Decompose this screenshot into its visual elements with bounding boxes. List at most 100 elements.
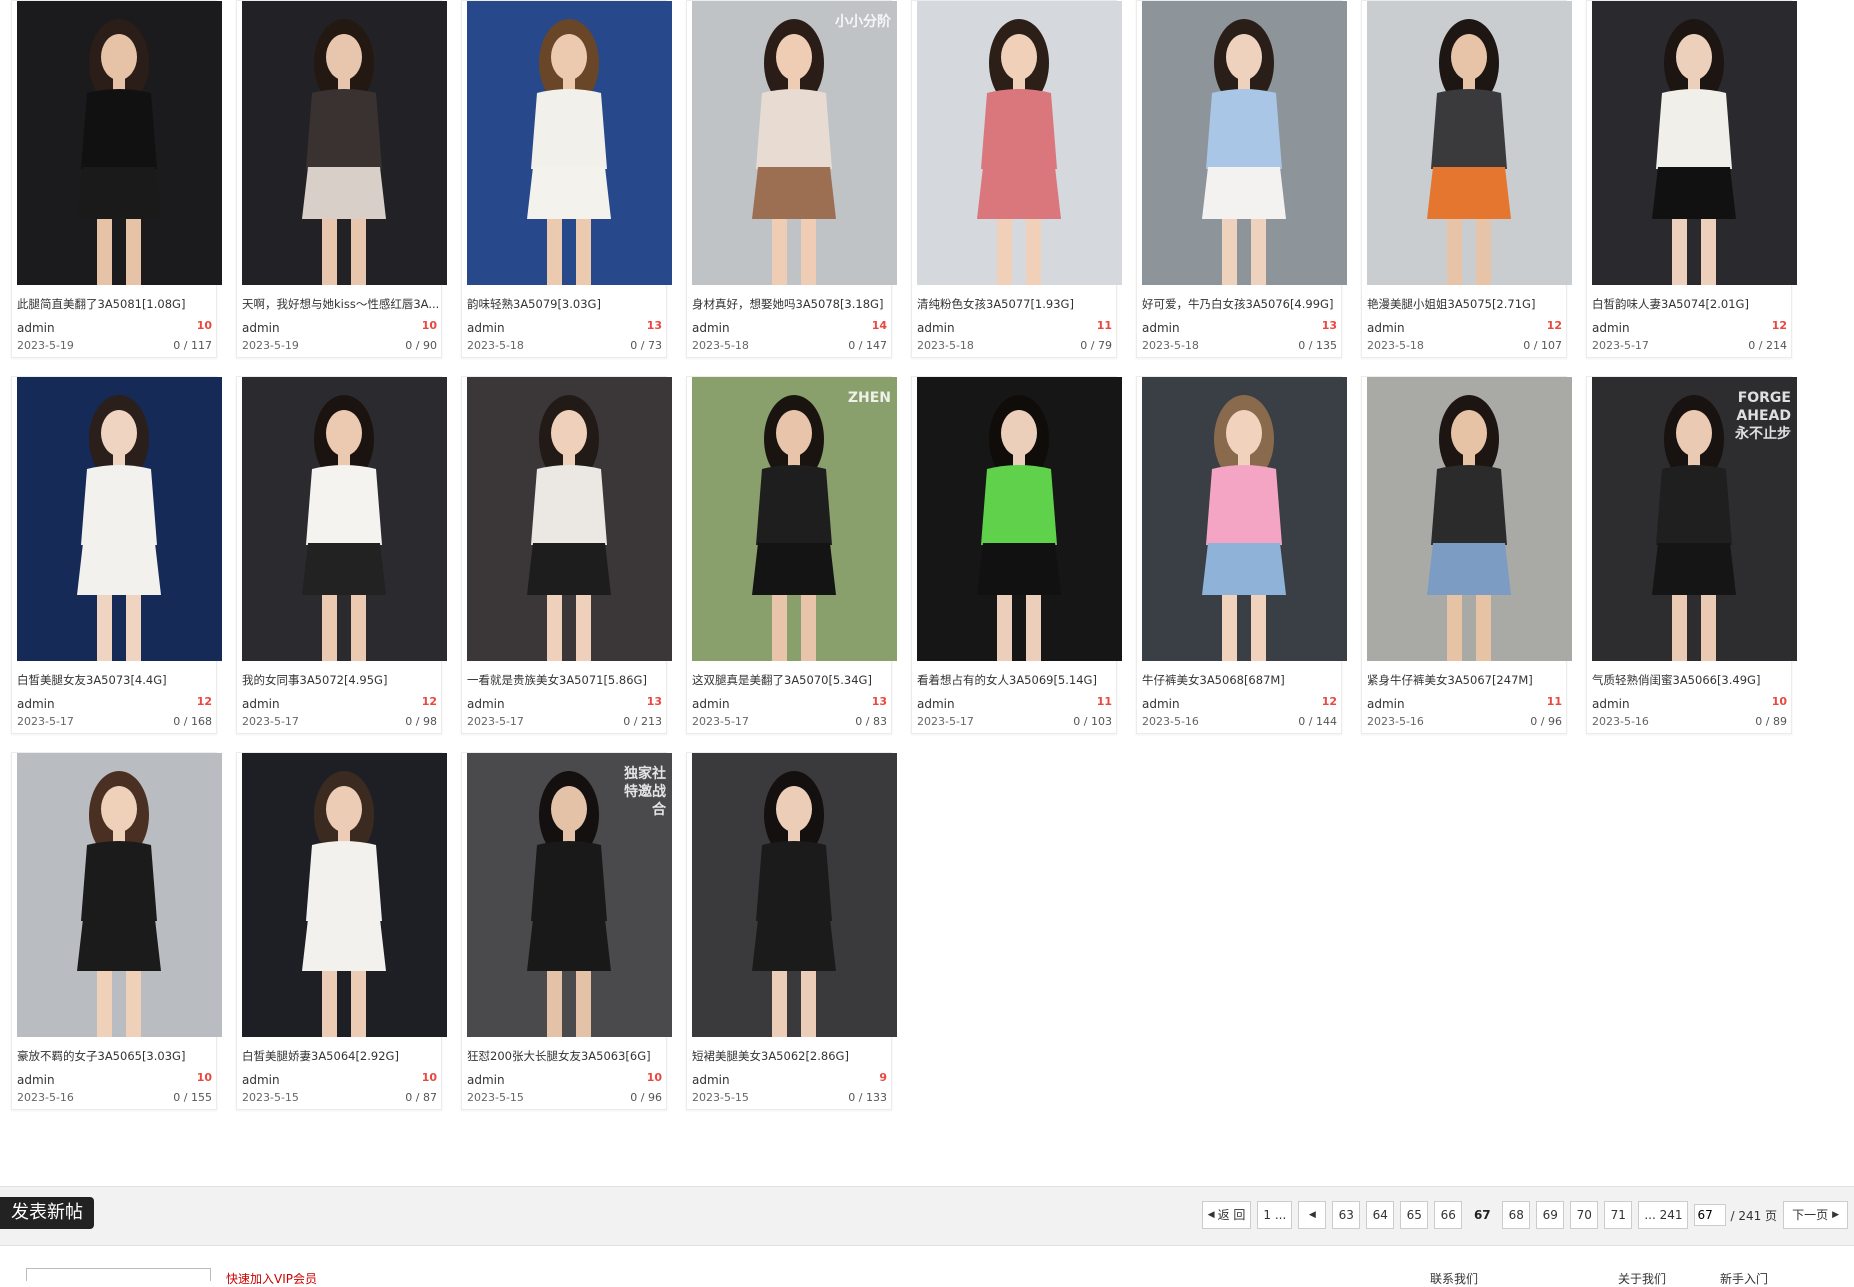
thread-thumbnail[interactable]	[242, 753, 447, 1037]
thread-thumbnail[interactable]	[242, 1, 447, 285]
thread-title[interactable]: 白皙美腿女友3A5073[4.4G]	[17, 673, 219, 687]
thread-author[interactable]: admin	[692, 697, 730, 711]
vip-link[interactable]: 快速加入VIP会员	[226, 1270, 317, 1287]
thread-thumbnail[interactable]: 独家社 特邀战 合	[467, 753, 672, 1037]
thread-title[interactable]: 我的女同事3A5072[4.95G]	[242, 673, 444, 687]
thread-author[interactable]: admin	[17, 1073, 55, 1087]
thread-thumbnail[interactable]	[1367, 377, 1572, 661]
thread-title[interactable]: 一看就是贵族美女3A5071[5.86G]	[467, 673, 669, 687]
thread-thumbnail[interactable]: 小小分阶	[692, 1, 897, 285]
thread-card[interactable]: 清纯粉色女孩3A5077[1.93G] admin 11 2023-5-18 0 / 7…	[911, 0, 1122, 358]
page-number[interactable]: 68	[1502, 1201, 1531, 1229]
thread-card[interactable]: 独家社 特邀战 合狂怼200张大长腿女友3A5063[6G] admin 10 202…	[461, 752, 672, 1110]
thread-title[interactable]: 此腿简直美翻了3A5081[1.08G]	[17, 297, 219, 311]
page-last[interactable]: ... 241	[1638, 1201, 1689, 1229]
thread-thumbnail[interactable]: ZHEN	[692, 377, 897, 661]
page-number[interactable]: 64	[1366, 1201, 1395, 1229]
thread-card[interactable]: 我的女同事3A5072[4.95G] admin 12 2023-5-17 0 / 98	[236, 376, 447, 734]
thread-title[interactable]: 身材真好，想娶她吗3A5078[3.18G]	[692, 297, 894, 311]
thread-title[interactable]: 牛仔裤美女3A5068[687M]	[1142, 673, 1344, 687]
thread-author[interactable]: admin	[692, 321, 730, 335]
thread-title[interactable]: 豪放不羁的女子3A5065[3.03G]	[17, 1049, 219, 1063]
thread-author[interactable]: admin	[1367, 321, 1405, 335]
thread-card[interactable]: 紧身牛仔裤美女3A5067[247M] admin 11 2023-5-16 0 / 9…	[1361, 376, 1572, 734]
thread-author[interactable]: admin	[467, 321, 505, 335]
thread-thumbnail[interactable]	[242, 377, 447, 661]
page-number[interactable]: 65	[1400, 1201, 1429, 1229]
thread-card[interactable]: 短裙美腿美女3A5062[2.86G] admin 9 2023-5-15 0 / 13…	[686, 752, 897, 1110]
thread-card[interactable]: 韵味轻熟3A5079[3.03G] admin 13 2023-5-18 0 / 73	[461, 0, 672, 358]
thread-title[interactable]: 短裙美腿美女3A5062[2.86G]	[692, 1049, 894, 1063]
thread-author[interactable]: admin	[917, 321, 955, 335]
thread-title[interactable]: 看着想占有的女人3A5069[5.14G]	[917, 673, 1119, 687]
thread-card[interactable]: FORGE AHEAD 永不止步气质轻熟俏闺蜜3A5066[3.49G] admi…	[1586, 376, 1797, 734]
thread-title[interactable]: 紧身牛仔裤美女3A5067[247M]	[1367, 673, 1569, 687]
footer-link-contact[interactable]: 联系我们	[1430, 1270, 1478, 1287]
thread-card[interactable]: ZHEN 这双腿真是美翻了3A5070[5.34G] admin 13 2023-5-1…	[686, 376, 897, 734]
thread-author[interactable]: admin	[1592, 321, 1630, 335]
thread-thumbnail[interactable]	[692, 753, 897, 1037]
thread-thumbnail[interactable]	[1367, 1, 1572, 285]
thread-thumbnail[interactable]	[1142, 1, 1347, 285]
footer-link-about[interactable]: 关于我们	[1618, 1270, 1666, 1287]
thread-author[interactable]: admin	[17, 321, 55, 335]
thread-author[interactable]: admin	[242, 321, 280, 335]
thread-thumbnail[interactable]	[467, 1, 672, 285]
thread-title[interactable]: 好可爱，牛乃白女孩3A5076[4.99G]	[1142, 297, 1344, 311]
thread-thumbnail[interactable]: FORGE AHEAD 永不止步	[1592, 377, 1797, 661]
thread-author[interactable]: admin	[242, 697, 280, 711]
thread-title[interactable]: 气质轻熟俏闺蜜3A5066[3.49G]	[1592, 673, 1794, 687]
thread-title[interactable]: 白皙美腿娇妻3A5064[2.92G]	[242, 1049, 444, 1063]
footer-link-newbie[interactable]: 新手入门	[1720, 1270, 1768, 1287]
thread-thumbnail[interactable]	[1592, 1, 1797, 285]
thread-author[interactable]: admin	[242, 1073, 280, 1087]
thread-thumbnail[interactable]	[17, 753, 222, 1037]
thread-title[interactable]: 韵味轻熟3A5079[3.03G]	[467, 297, 669, 311]
thread-thumbnail[interactable]	[1142, 377, 1347, 661]
thread-card[interactable]: 小小分阶 身材真好，想娶她吗3A5078[3.18G] admin 14 2023-5-…	[686, 0, 897, 358]
thread-title[interactable]: 狂怼200张大长腿女友3A5063[6G]	[467, 1049, 669, 1063]
page-number[interactable]: 70	[1570, 1201, 1599, 1229]
back-button[interactable]: ◀ 返 回	[1201, 1201, 1252, 1229]
thread-card[interactable]: 牛仔裤美女3A5068[687M] admin 12 2023-5-16 0 / 144	[1136, 376, 1347, 734]
page-number[interactable]: 71	[1604, 1201, 1633, 1229]
thread-title[interactable]: 清纯粉色女孩3A5077[1.93G]	[917, 297, 1119, 311]
thread-card[interactable]: 豪放不羁的女子3A5065[3.03G] admin 10 2023-5-16 0 / …	[11, 752, 222, 1110]
prev-page-button[interactable]: ◀	[1298, 1201, 1327, 1229]
thread-title[interactable]: 白皙韵味人妻3A5074[2.01G]	[1592, 297, 1794, 311]
thread-thumbnail[interactable]	[467, 377, 672, 661]
thread-author[interactable]: admin	[1367, 697, 1405, 711]
page-first[interactable]: 1 ...	[1257, 1201, 1293, 1229]
page-jump-input[interactable]	[1694, 1204, 1727, 1226]
thread-title[interactable]: 这双腿真是美翻了3A5070[5.34G]	[692, 673, 894, 687]
thread-author[interactable]: admin	[467, 697, 505, 711]
page-number[interactable]: 63	[1332, 1201, 1361, 1229]
thread-card[interactable]: 一看就是贵族美女3A5071[5.86G] admin 13 2023-5-17 0 /…	[461, 376, 672, 734]
thread-author[interactable]: admin	[1142, 697, 1180, 711]
thread-thumbnail[interactable]	[17, 377, 222, 661]
thread-thumbnail[interactable]	[917, 377, 1122, 661]
thread-card[interactable]: 看着想占有的女人3A5069[5.14G] admin 11 2023-5-17 0 /…	[911, 376, 1122, 734]
thread-title[interactable]: 天啊，我好想与她kiss～性感红唇3A...	[242, 297, 444, 311]
thread-author[interactable]: admin	[1592, 697, 1630, 711]
thread-thumbnail[interactable]	[917, 1, 1122, 285]
thread-author[interactable]: admin	[692, 1073, 730, 1087]
thread-author[interactable]: admin	[467, 1073, 505, 1087]
page-number[interactable]: 66	[1434, 1201, 1463, 1229]
next-page-button[interactable]: 下一页 ▶	[1783, 1201, 1848, 1229]
thread-author[interactable]: admin	[1142, 321, 1180, 335]
thread-card[interactable]: 好可爱，牛乃白女孩3A5076[4.99G] admin 13 2023-5-18 0 …	[1136, 0, 1347, 358]
thread-card[interactable]: 此腿简直美翻了3A5081[1.08G] admin 10 2023-5-19 0 / …	[11, 0, 222, 358]
page-number[interactable]: 67	[1468, 1201, 1496, 1229]
thread-card[interactable]: 白皙美腿女友3A5073[4.4G] admin 12 2023-5-17 0 / 16…	[11, 376, 222, 734]
thread-card[interactable]: 白皙美腿娇妻3A5064[2.92G] admin 10 2023-5-15 0 / 8…	[236, 752, 447, 1110]
thread-author[interactable]: admin	[17, 697, 55, 711]
thread-card[interactable]: 白皙韵味人妻3A5074[2.01G] admin 12 2023-5-17 0 / 2…	[1586, 0, 1797, 358]
new-post-button[interactable]: 发表新帖	[0, 1197, 94, 1229]
thread-thumbnail[interactable]	[17, 1, 222, 285]
thread-card[interactable]: 天啊，我好想与她kiss～性感红唇3A... admin 10 2023-5-19 0 …	[236, 0, 447, 358]
thread-card[interactable]: 艳漫美腿小姐姐3A5075[2.71G] admin 12 2023-5-18 0 / …	[1361, 0, 1572, 358]
page-number[interactable]: 69	[1536, 1201, 1565, 1229]
thread-author[interactable]: admin	[917, 697, 955, 711]
thread-title[interactable]: 艳漫美腿小姐姐3A5075[2.71G]	[1367, 297, 1569, 311]
